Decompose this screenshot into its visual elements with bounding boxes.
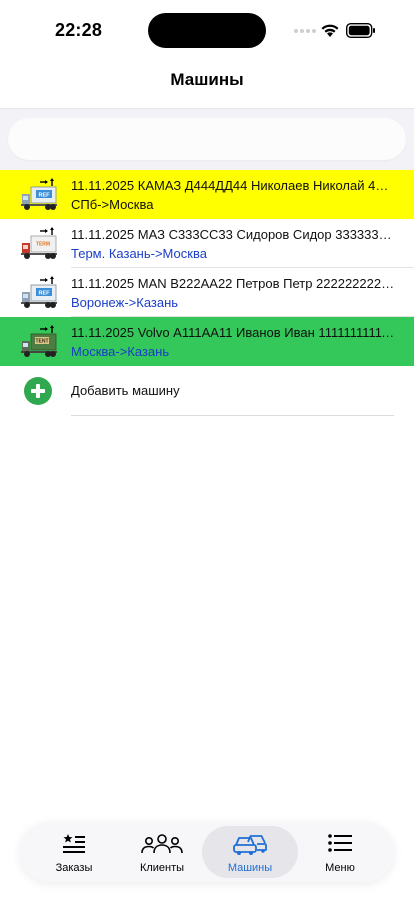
machine-title: 11.11.2025 КАМАЗ Д444ДД44 Николаев Никол… [71, 178, 395, 193]
machines-list: REF 11.11.2025 КАМАЗ Д444ДД44 Николаев Н… [0, 170, 414, 416]
machine-title: 11.11.2025 Volvo А111АА11 Иванов Иван 11… [71, 325, 395, 340]
tab-menu[interactable]: Меню [292, 826, 388, 878]
machine-route: Москва->Казань [71, 344, 170, 359]
tab-label: Заказы [55, 862, 93, 874]
svg-text:TERM: TERM [36, 242, 50, 248]
orders-icon [63, 834, 85, 853]
menu-icon [328, 834, 352, 852]
screen: 22:28 Машины REF 11.11.2025 КАМАЗ Д444ДД… [0, 0, 414, 900]
wifi-icon [321, 24, 339, 37]
tab-label: Машины [227, 862, 273, 874]
row-divider [71, 415, 394, 416]
add-machine-button[interactable]: Добавить машину [0, 366, 414, 416]
add-machine-label: Добавить машину [71, 383, 180, 398]
battery-icon [346, 23, 375, 38]
tab-cars[interactable]: Машины [202, 826, 298, 878]
cars-icon [233, 835, 267, 855]
svg-text:TENT: TENT [35, 339, 48, 345]
machine-route: Терм. Казань->Москва [71, 246, 207, 261]
status-bar: 22:28 [0, 0, 414, 56]
page-title: Машины [170, 70, 244, 89]
thermo-truck-icon: TERM [21, 227, 57, 259]
refrigerator-truck-icon: REF [21, 178, 57, 210]
tab-bar: Заказы Клиенты Машины Меню [20, 822, 394, 882]
tab-label: Клиенты [139, 862, 185, 874]
machine-row[interactable]: TERM 11.11.2025 МАЗ С333СС33 Сидоров Сид… [0, 219, 414, 268]
refrigerator-truck-icon: REF [21, 276, 57, 308]
clients-icon [141, 834, 183, 854]
plus-circle-icon [24, 377, 52, 405]
search-input[interactable] [8, 118, 406, 160]
machine-row[interactable]: REF 11.11.2025 MAN В222АА22 Петров Петр … [0, 268, 414, 317]
tab-label: Меню [325, 862, 355, 874]
machine-route: Воронеж->Казань [71, 295, 179, 310]
machine-title: 11.11.2025 MAN В222АА22 Петров Петр 2222… [71, 276, 395, 291]
tent-truck-icon: TENT [21, 325, 57, 357]
status-time: 22:28 [55, 20, 103, 40]
cellular-signal-icon [294, 29, 318, 37]
machine-row[interactable]: TENT 11.11.2025 Volvo А111АА11 Иванов Ив… [0, 317, 414, 366]
svg-text:REF: REF [39, 193, 51, 199]
svg-text:REF: REF [39, 291, 51, 297]
tab-clients[interactable]: Клиенты [114, 826, 210, 878]
dynamic-island [148, 13, 266, 48]
machine-title: 11.11.2025 МАЗ С333СС33 Сидоров Сидор 33… [71, 227, 395, 242]
machine-route: СПб->Москва [71, 197, 154, 212]
tab-orders[interactable]: Заказы [26, 826, 122, 878]
machine-row[interactable]: REF 11.11.2025 КАМАЗ Д444ДД44 Николаев Н… [0, 170, 414, 219]
